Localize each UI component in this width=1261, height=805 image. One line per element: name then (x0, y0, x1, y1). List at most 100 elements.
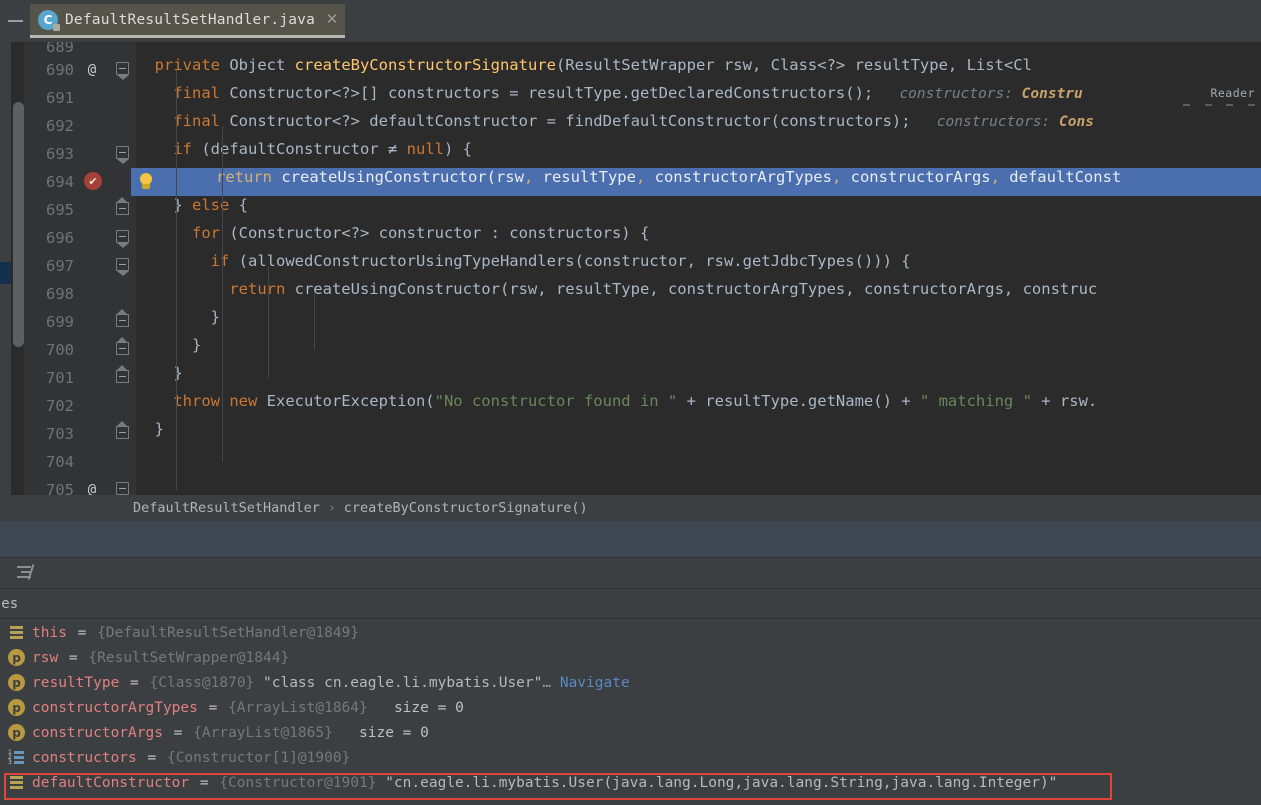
java-class-icon: C (38, 9, 60, 31)
code-line[interactable]: 691 final Constructor<?>[] constructors … (0, 84, 1261, 112)
code-text: throw new ExecutorException("No construc… (136, 392, 1097, 410)
debugger-header-band (0, 521, 1261, 558)
code-line[interactable]: 693 if (defaultConstructor ≠ null) { (0, 140, 1261, 168)
code-token-hintv: Cons (1059, 114, 1094, 130)
code-token-id: construc (1022, 280, 1098, 298)
variable-row[interactable]: constructorArgs = {ArrayList@1865} size … (0, 720, 1261, 745)
debugger-toolbar[interactable] (0, 558, 1261, 589)
code-fold-icon[interactable] (116, 482, 129, 495)
variable-row[interactable]: this = {DefaultResultSetHandler@1849} (0, 620, 1261, 645)
breadcrumb-item-class[interactable]: DefaultResultSetHandler (133, 500, 320, 516)
code-token-id: defaultConstructor (210, 140, 388, 158)
code-fold-icon[interactable] (116, 309, 129, 329)
code-line[interactable]: 699 } (0, 308, 1261, 336)
code-text: return createUsingConstructor(rsw, resul… (136, 280, 1097, 298)
code-token-mth: createByConstructorSignature (294, 56, 556, 74)
code-text: return createUsingConstructor(rsw, resul… (160, 168, 1121, 186)
code-token-id: resultType.getName (705, 392, 874, 410)
code-token-pn: (); (845, 84, 874, 102)
object-field-icon (8, 624, 25, 641)
parameter-icon (8, 724, 25, 741)
code-line[interactable]: 692 final Constructor<?> defaultConstruc… (0, 112, 1261, 140)
code-editor[interactable]: 689 690 @ private Object createByConstruct… (0, 42, 1261, 495)
code-fold-icon[interactable] (116, 258, 129, 273)
editor-tab-label: DefaultResultSetHandler.java (65, 11, 316, 28)
code-text: if (allowedConstructorUsingTypeHandlers(… (136, 252, 911, 270)
code-line[interactable]: 690 @ private Object createByConstructorS… (0, 56, 1261, 84)
variable-equals: = (164, 724, 192, 741)
code-token-pn: ( (425, 392, 435, 410)
code-token-onselp: , (990, 168, 1010, 186)
line-number: 690 (46, 61, 74, 79)
code-token-pn: ( (238, 252, 248, 270)
line-number: 698 (46, 285, 74, 303)
code-token-pn: , (686, 252, 706, 270)
code-token-kw: if (136, 252, 239, 270)
code-token-pn: + (1041, 392, 1060, 410)
code-line[interactable]: 702 throw new ExecutorException("No cons… (0, 392, 1261, 420)
code-fold-icon[interactable] (116, 421, 129, 441)
code-token-pn: = (546, 112, 566, 130)
indent-guide (222, 126, 223, 462)
code-text: if (defaultConstructor ≠ null) { (136, 140, 472, 158)
code-line[interactable]: 704 (0, 448, 1261, 476)
variable-equals: = (60, 649, 87, 666)
variables-pane[interactable]: this = {DefaultResultSetHandler@1849}rsw… (0, 620, 1261, 805)
breakpoint-icon[interactable] (84, 172, 102, 190)
code-line[interactable]: 701 } (0, 364, 1261, 392)
annotation-gutter-icon[interactable]: @ (84, 482, 100, 495)
tab-variables[interactable]: ables (0, 596, 18, 612)
variable-name: constructorArgTypes (32, 699, 198, 716)
code-fold-icon[interactable] (116, 337, 129, 357)
variable-row[interactable]: resultType = {Class@1870} "class cn.eagl… (0, 670, 1261, 695)
variable-equals: = (121, 674, 148, 691)
code-line[interactable]: 705 @ (0, 476, 1261, 495)
code-token-id: rsw. (1059, 392, 1098, 410)
editor-tab-strip: C DefaultResultSetHandler.java ✕ (0, 0, 1261, 42)
code-text: } (136, 308, 220, 326)
variable-name: rsw (32, 649, 59, 666)
line-number: 694 (46, 173, 74, 191)
breadcrumb-item-method[interactable]: createByConstructorSignature() (344, 500, 588, 516)
variable-row[interactable]: defaultConstructor = {Constructor@1901} … (0, 770, 1261, 795)
code-token-pn: = (509, 84, 528, 102)
code-line[interactable]: 698 return createUsingConstructor(rsw, r… (0, 280, 1261, 308)
variable-equals: = (138, 749, 165, 766)
variable-value: "class cn.eagle.li.mybatis.User" (254, 674, 543, 691)
variable-name: constructors (32, 749, 137, 766)
code-line[interactable]: 696 for (Constructor<?> constructor : co… (0, 224, 1261, 252)
code-fold-icon[interactable] (116, 197, 129, 217)
code-text: final Constructor<?> defaultConstructor … (136, 112, 1094, 130)
code-fold-icon[interactable] (116, 146, 129, 161)
editor-tab-default-result-set-handler[interactable]: C DefaultResultSetHandler.java ✕ (30, 4, 346, 38)
code-fold-icon[interactable] (116, 230, 129, 245)
code-text: final Constructor<?>[] constructors = re… (136, 84, 1082, 102)
code-line[interactable]: 695 } else { (0, 196, 1261, 224)
debugger-tab-bar[interactable]: ables (0, 589, 1261, 619)
code-text: } else { (136, 196, 248, 214)
code-line[interactable]: 697 if (allowedConstructorUsingTypeHandl… (0, 252, 1261, 280)
code-token-id: Constructor<?> constructor : constructor… (238, 224, 622, 242)
line-number: 705 (46, 481, 74, 495)
code-line[interactable]: 700 } (0, 336, 1261, 364)
code-token-str: " matching " (919, 392, 1042, 410)
variable-navigate-link[interactable]: Navigate (560, 675, 630, 691)
variable-row[interactable]: constructorArgTypes = {ArrayList@1864} s… (0, 695, 1261, 720)
variable-row[interactable]: 1 2 3 constructors = {Constructor[1]@1900} (0, 745, 1261, 770)
intention-bulb-icon[interactable] (138, 172, 155, 191)
code-token-pn: () + (873, 392, 920, 410)
minimize-icon[interactable] (4, 12, 26, 30)
code-line[interactable]: 689 (0, 42, 1261, 56)
variable-equals: = (68, 624, 96, 641)
close-icon[interactable]: ✕ (325, 12, 339, 27)
variable-row[interactable]: rsw = {ResultSetWrapper@1844} (0, 645, 1261, 670)
code-fold-icon[interactable] (116, 365, 129, 385)
annotation-gutter-icon[interactable]: @ (84, 62, 100, 78)
line-number: 703 (46, 425, 74, 443)
line-number: 699 (46, 313, 74, 331)
code-line[interactable]: 694 return createUsingConstructor(rsw, r… (0, 168, 1261, 196)
settings-sliders-icon[interactable] (17, 564, 35, 580)
code-fold-icon[interactable] (116, 62, 129, 77)
code-line[interactable]: 703 } (0, 420, 1261, 448)
code-token-id: constructor (583, 252, 687, 270)
